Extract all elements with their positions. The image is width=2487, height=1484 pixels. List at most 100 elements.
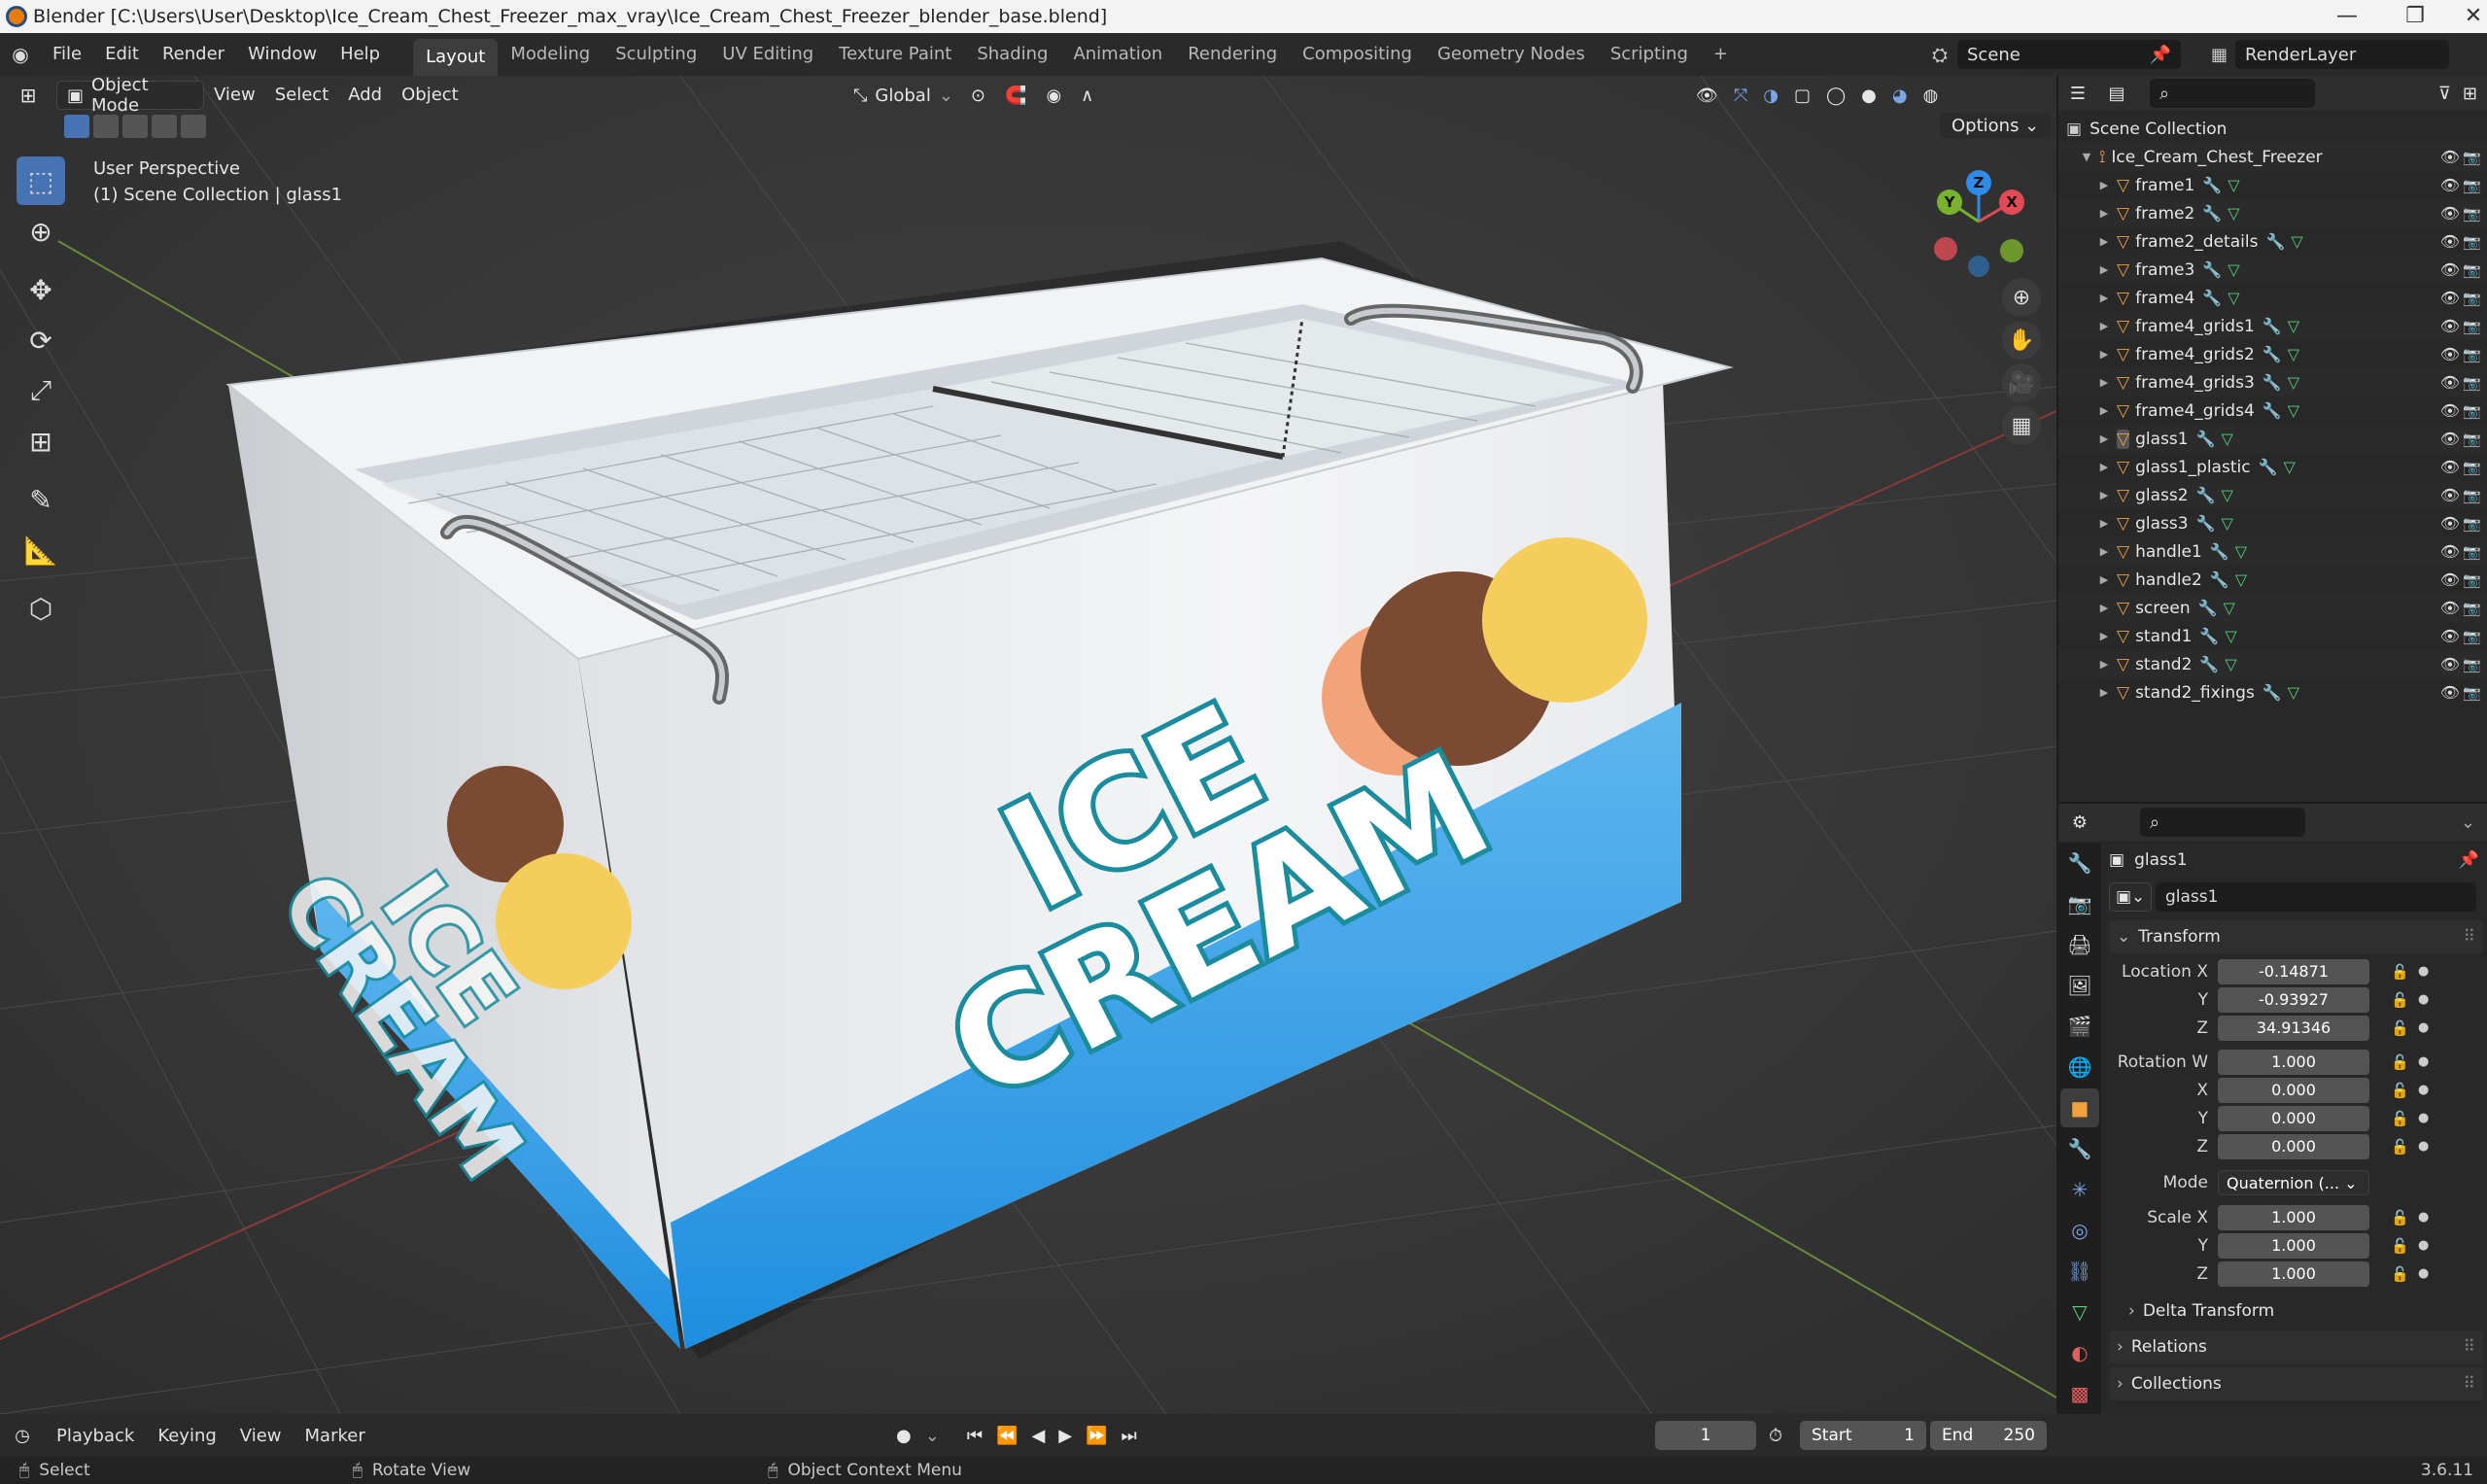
modifier-icon[interactable]: 🔧 — [2199, 627, 2219, 645]
outliner-editor-icon[interactable]: ☰ — [2058, 84, 2097, 104]
play-reverse-icon[interactable]: ◀ — [1031, 1426, 1045, 1446]
modifier-icon[interactable]: 🔧 — [2196, 514, 2216, 533]
tab-compositing[interactable]: Compositing — [1290, 33, 1425, 76]
expand-icon[interactable]: ▶ — [2097, 630, 2111, 642]
rotate-tool-icon[interactable]: ⟳ — [17, 316, 65, 364]
outliner-item-stand1[interactable]: ▶ ▽ stand1 🔧 ▽ 👁 📷 — [2058, 622, 2487, 650]
outliner-item-glass3[interactable]: ▶ ▽ glass3 🔧 ▽ 👁 📷 — [2058, 509, 2487, 537]
keyframe-icon[interactable]: ● — [2418, 1266, 2429, 1281]
xray-icon[interactable]: ▢ — [1794, 86, 1811, 106]
mesh-data-icon[interactable]: ▽ — [2221, 514, 2232, 533]
visibility-eye-icon[interactable]: 👁 — [2440, 458, 2460, 476]
keyframe-icon[interactable]: ● — [2418, 1083, 2429, 1097]
select-box-tool-icon[interactable]: ⬚ — [17, 156, 65, 205]
render-camera-icon[interactable]: 📷 — [2463, 346, 2481, 363]
expand-icon[interactable]: ▶ — [2097, 658, 2111, 671]
render-camera-icon[interactable]: 📷 — [2463, 628, 2481, 645]
object-tab-icon[interactable]: ■ — [2060, 1088, 2099, 1127]
solid-shading-icon[interactable]: ● — [1861, 86, 1877, 106]
cursor-tool-icon[interactable]: ⊕ — [17, 207, 65, 256]
modifier-icon[interactable]: 🔧 — [2199, 655, 2219, 673]
lock-icon[interactable]: 🔓 — [2391, 1019, 2409, 1037]
outliner-item-handle1[interactable]: ▶ ▽ handle1 🔧 ▽ 👁 📷 — [2058, 537, 2487, 566]
outliner-item-glass2[interactable]: ▶ ▽ glass2 🔧 ▽ 👁 📷 — [2058, 481, 2487, 509]
expand-icon[interactable]: ▼ — [2080, 151, 2093, 163]
modifier-icon[interactable]: 🔧 — [2210, 542, 2229, 561]
modifier-icon[interactable]: 🔧 — [2262, 401, 2282, 420]
outliner-item-handle2[interactable]: ▶ ▽ handle2 🔧 ▽ 👁 📷 — [2058, 566, 2487, 594]
visibility-eye-icon[interactable]: 👁 — [2440, 430, 2460, 448]
mesh-data-icon[interactable]: ▽ — [2288, 345, 2299, 363]
modifier-icon[interactable]: 🔧 — [2259, 458, 2278, 476]
menu-select[interactable]: Select — [265, 76, 339, 115]
menu-keying[interactable]: Keying — [146, 1426, 227, 1446]
render-camera-icon[interactable]: 📷 — [2463, 205, 2481, 223]
material-tab-icon[interactable]: ◐ — [2060, 1333, 2099, 1372]
render-camera-icon[interactable]: 📷 — [2463, 261, 2481, 279]
menu-marker[interactable]: Marker — [294, 1426, 377, 1446]
visibility-eye-icon[interactable]: 👁 — [2440, 655, 2460, 673]
modifier-tab-icon[interactable]: 🔧 — [2060, 1129, 2099, 1168]
expand-icon[interactable]: ▶ — [2097, 404, 2111, 417]
orientation-dropdown[interactable]: Global — [875, 86, 930, 106]
auto-keying-icon[interactable]: ● — [896, 1426, 912, 1446]
annotate-tool-icon[interactable]: ✎ — [17, 475, 65, 524]
modifier-icon[interactable]: 🔧 — [2265, 232, 2285, 251]
3d-viewport[interactable]: ICE CREAM ICE CREAM ⊞ ▣ Object Mode View… — [0, 76, 2056, 1414]
scene-collection-row[interactable]: ▣ Scene Collection — [2058, 115, 2487, 143]
add-workspace-button[interactable]: + — [1701, 33, 1741, 76]
expand-icon[interactable]: ▶ — [2097, 545, 2111, 558]
outliner-item-frame3[interactable]: ▶ ▽ frame3 🔧 ▽ 👁 📷 — [2058, 256, 2487, 284]
visibility-eye-icon[interactable]: 👁 — [2440, 486, 2460, 504]
mesh-data-icon[interactable]: ▽ — [2288, 401, 2299, 420]
render-camera-icon[interactable]: 📷 — [2463, 656, 2481, 673]
tab-rendering[interactable]: Rendering — [1175, 33, 1290, 76]
collections-panel-header[interactable]: › Collections ⠿ — [2109, 1367, 2483, 1400]
modifier-icon[interactable]: 🔧 — [2202, 176, 2222, 194]
visibility-eye-icon[interactable]: 👁 — [2440, 627, 2460, 645]
tab-uv-editing[interactable]: UV Editing — [709, 33, 826, 76]
expand-icon[interactable]: ▶ — [2097, 432, 2111, 445]
location-z-field[interactable]: 34.91346 — [2218, 1015, 2369, 1041]
outliner-item-glass1[interactable]: ▶ ▽ glass1 🔧 ▽ 👁 📷 — [2058, 425, 2487, 453]
view-layer-selector[interactable]: ▦ RenderLayer — [2211, 33, 2450, 76]
keyframe-icon[interactable]: ● — [2418, 1054, 2429, 1069]
drag-handle-icon[interactable]: ⠿ — [2464, 1374, 2475, 1394]
modifier-icon[interactable]: 🔧 — [2196, 486, 2216, 504]
lock-icon[interactable]: 🔓 — [2391, 1265, 2409, 1283]
particles-tab-icon[interactable]: ✳ — [2060, 1170, 2099, 1209]
mode-dropdown[interactable]: ▣ Object Mode — [56, 76, 204, 116]
stopwatch-icon[interactable]: ⏱ — [1769, 1426, 1782, 1446]
move-tool-icon[interactable]: ✥ — [17, 265, 65, 314]
mesh-data-icon[interactable]: ▽ — [2284, 458, 2296, 476]
menu-timeline-view[interactable]: View — [228, 1426, 294, 1446]
lock-icon[interactable]: 🔓 — [2391, 1053, 2409, 1071]
tab-animation[interactable]: Animation — [1060, 33, 1175, 76]
constraints-tab-icon[interactable]: ⛓ — [2060, 1252, 2099, 1291]
visibility-icon[interactable]: 👁 — [1696, 86, 1718, 106]
expand-icon[interactable]: ▶ — [2097, 602, 2111, 614]
current-frame-field[interactable]: 1 — [1655, 1421, 1756, 1450]
data-tab-icon[interactable]: ▽ — [2060, 1293, 2099, 1331]
outliner-item-glass1_plastic[interactable]: ▶ ▽ glass1_plastic 🔧 ▽ 👁 📷 — [2058, 453, 2487, 481]
expand-icon[interactable]: ▶ — [2097, 376, 2111, 389]
menu-object[interactable]: Object — [392, 76, 468, 115]
select-subtract-icon[interactable] — [122, 115, 148, 138]
mesh-data-icon[interactable]: ▽ — [2291, 232, 2302, 251]
modifier-icon[interactable]: 🔧 — [2198, 599, 2218, 617]
tab-sculpting[interactable]: Sculpting — [603, 33, 709, 76]
modifier-icon[interactable]: 🔧 — [2210, 570, 2229, 589]
chevron-down-icon[interactable]: ⌄ — [925, 1426, 940, 1446]
next-keyframe-icon[interactable]: ⏩ — [1086, 1426, 1107, 1446]
options-dropdown[interactable]: Options ⌄ — [1940, 113, 2052, 139]
rendered-shading-icon[interactable]: ◍ — [1923, 86, 1939, 106]
view-layer-tab-icon[interactable]: 🖼 — [2060, 966, 2099, 1005]
lock-icon[interactable]: 🔓 — [2391, 1237, 2409, 1255]
expand-icon[interactable]: ▶ — [2097, 263, 2111, 276]
visibility-eye-icon[interactable]: 👁 — [2440, 317, 2460, 335]
material-shading-icon[interactable]: ◕ — [1892, 86, 1908, 106]
tab-scripting[interactable]: Scripting — [1598, 33, 1701, 76]
close-icon[interactable]: ✕ — [2439, 0, 2487, 33]
modifier-icon[interactable]: 🔧 — [2262, 373, 2282, 392]
outliner-item-frame4[interactable]: ▶ ▽ frame4 🔧 ▽ 👁 📷 — [2058, 284, 2487, 312]
